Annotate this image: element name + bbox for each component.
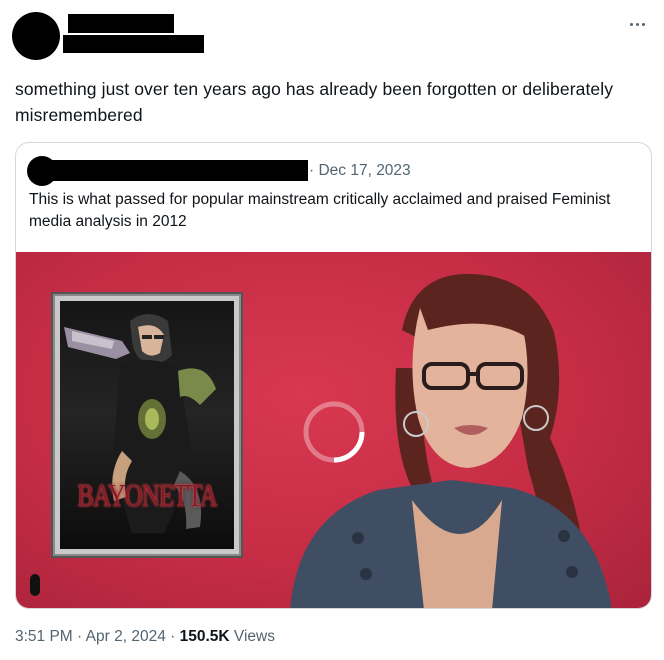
tweet-time[interactable]: 3:51 PM <box>15 628 73 645</box>
tweet-text: something just over ten years ago has al… <box>15 79 614 125</box>
loading-spinner-icon <box>303 401 365 463</box>
author-avatar[interactable] <box>12 12 60 60</box>
game-cover-image: BAYONETTA <box>53 294 241 556</box>
meta-separator: · <box>170 628 176 645</box>
tweet-metadata: 3:51 PM · Apr 2, 2024 · 150.5K Views <box>15 628 275 646</box>
views-count: 150.5K <box>179 628 230 645</box>
more-options-button[interactable] <box>624 14 650 34</box>
quoted-author-name-redacted[interactable] <box>50 160 308 181</box>
meta-separator: · <box>77 628 83 645</box>
video-player[interactable]: BAYONETTA <box>16 252 651 608</box>
video-control-pill[interactable] <box>30 574 40 596</box>
author-name-redacted[interactable] <box>68 14 174 33</box>
quoted-tweet[interactable]: · Dec 17, 2023 This is what passed for p… <box>15 142 652 609</box>
quoted-tweet-date[interactable]: · Dec 17, 2023 <box>309 162 411 180</box>
tweet-date[interactable]: Apr 2, 2024 <box>86 628 166 645</box>
views-label: Views <box>233 628 275 645</box>
cover-title: BAYONETTA <box>77 479 217 514</box>
more-horizontal-icon <box>629 22 633 26</box>
quoted-tweet-text: This is what passed for popular mainstre… <box>29 191 611 230</box>
author-handle-redacted[interactable] <box>63 35 204 53</box>
